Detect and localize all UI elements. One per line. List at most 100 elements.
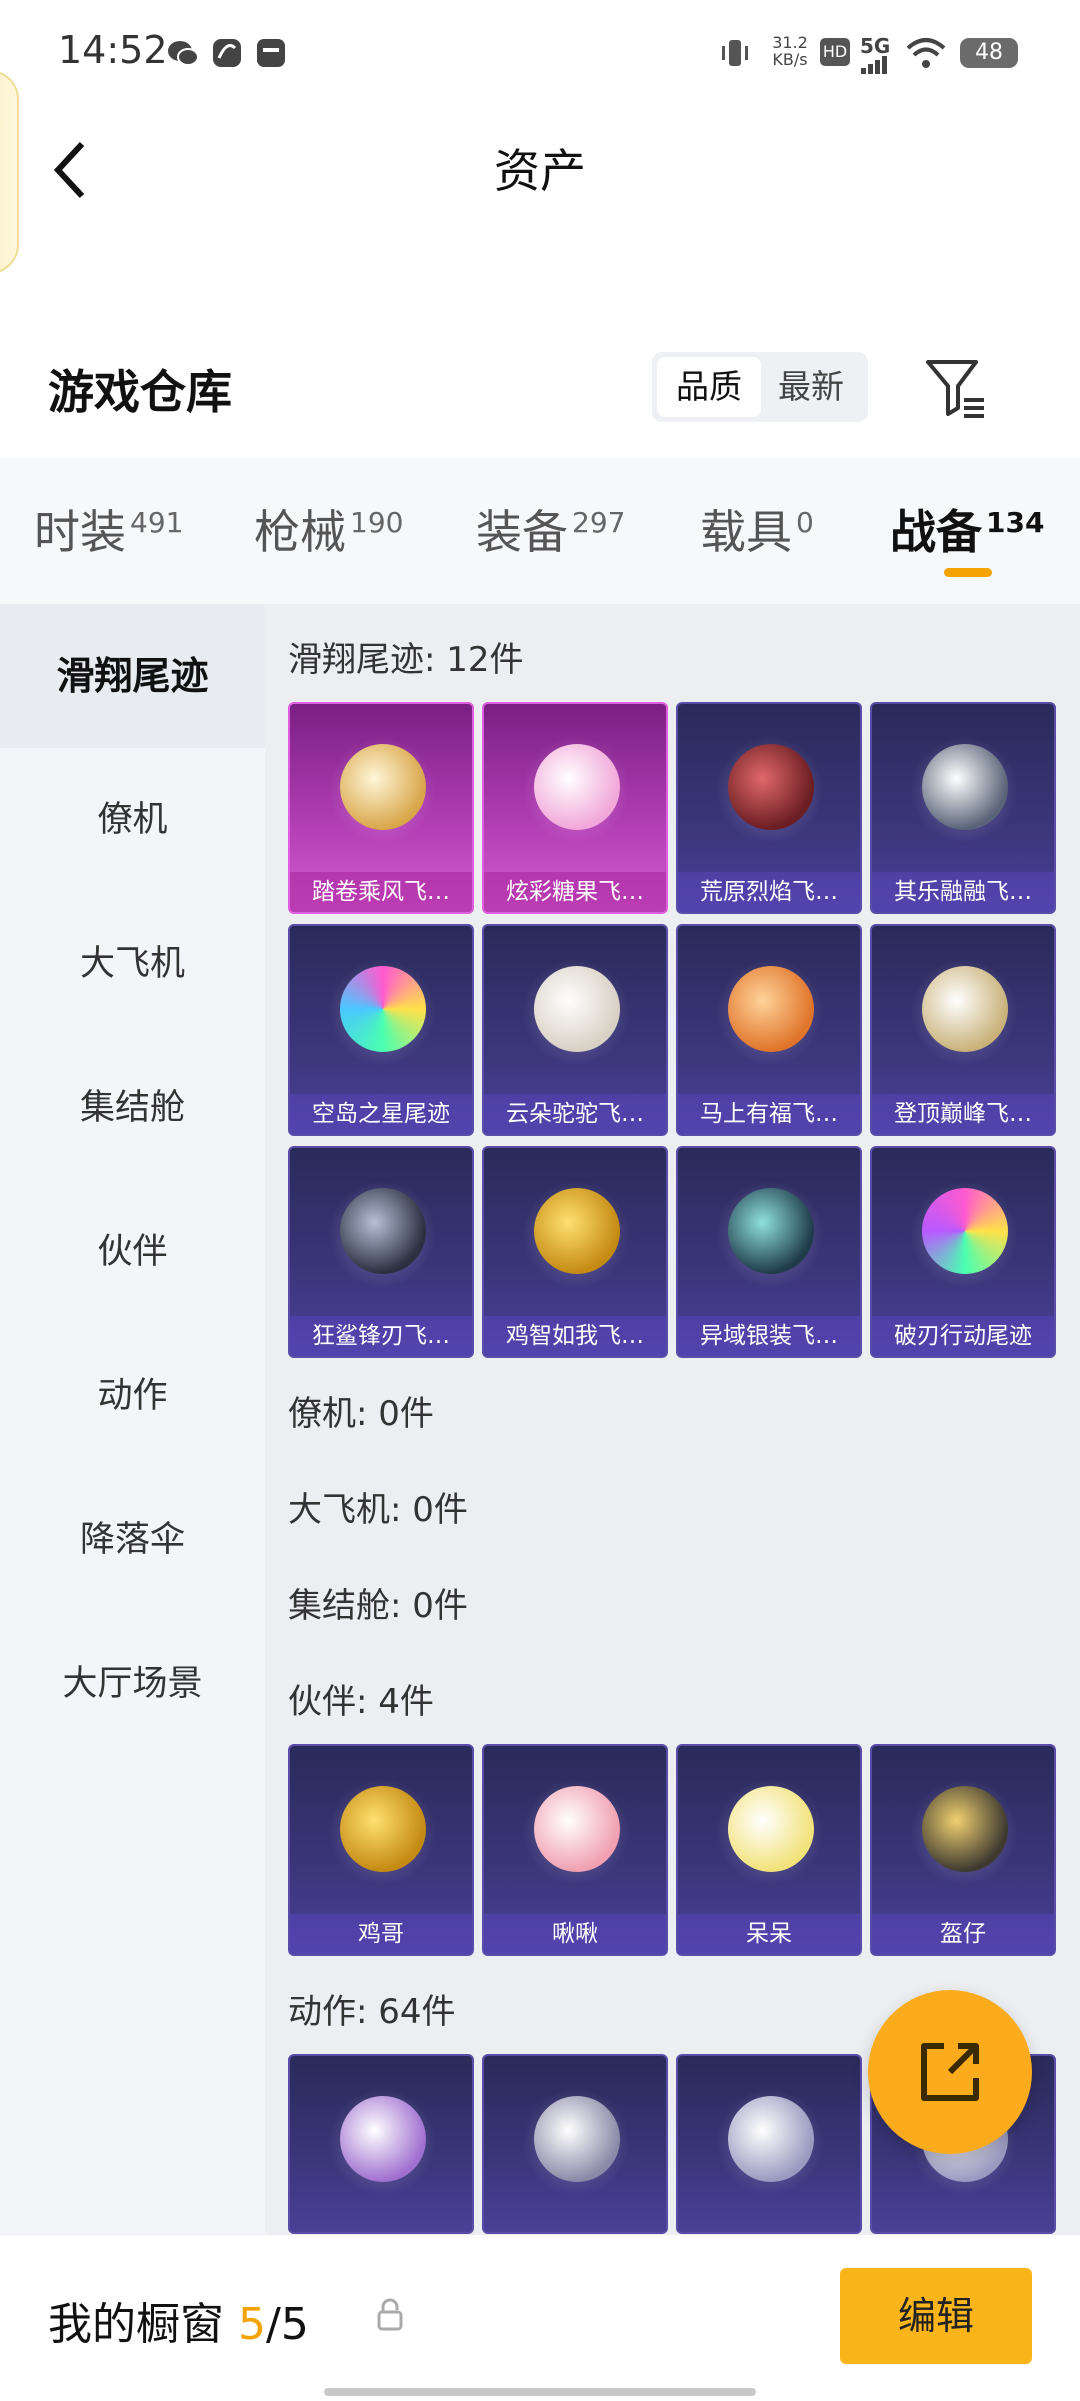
item-image	[340, 2096, 426, 2182]
section-title-wingman: 僚机: 0件	[288, 1394, 434, 1434]
item-card[interactable]: 空岛之星尾迹	[288, 924, 474, 1136]
item-card[interactable]: 踏卷乘风飞…	[288, 702, 474, 914]
item-card[interactable]: 炫彩糖果飞…	[482, 702, 668, 914]
share-button[interactable]	[868, 1990, 1032, 2154]
home-indicator	[324, 2388, 756, 2396]
sidebar-item-capsule[interactable]: 集结舱	[0, 1036, 265, 1180]
tab-count: 491	[130, 505, 184, 539]
sidebar: 滑翔尾迹 僚机 大飞机 集结舱 伙伴 动作 降落伞 大厅场景	[0, 604, 265, 2244]
item-card[interactable]: 荒原烈焰飞…	[676, 702, 862, 914]
message-icon	[257, 39, 285, 67]
tab-count: 134	[986, 505, 1045, 539]
item-image	[728, 744, 814, 830]
signal-icon	[861, 56, 887, 74]
tab-equipment[interactable]: 装备 297	[476, 496, 625, 562]
item-card[interactable]: 盔仔	[870, 1744, 1056, 1956]
item-card[interactable]: 马上有福飞…	[676, 924, 862, 1136]
tab-count: 0	[796, 505, 814, 539]
wifi-icon	[906, 38, 946, 68]
item-name: 云朵驼驼飞…	[484, 1094, 666, 1134]
item-name: 登顶巅峰飞…	[872, 1094, 1054, 1134]
item-name: 呆呆	[678, 1914, 860, 1954]
tab-count: 297	[572, 505, 626, 539]
item-card[interactable]: 破刃行动尾迹	[870, 1146, 1056, 1358]
item-image	[922, 744, 1008, 830]
speed-value: 31.2	[772, 33, 808, 52]
item-image	[534, 1786, 620, 1872]
warehouse-title: 游戏仓库	[48, 365, 232, 419]
battery-indicator: 48	[960, 38, 1018, 68]
edit-button[interactable]: 编辑	[840, 2268, 1032, 2364]
item-card[interactable]: 啾啾	[482, 1744, 668, 1956]
tab-count: 190	[350, 505, 404, 539]
sidebar-item-parachute[interactable]: 降落伞	[0, 1468, 265, 1612]
section-title-partner: 伙伴: 4件	[288, 1682, 434, 1722]
item-image	[922, 1188, 1008, 1274]
item-name: 异域银装飞…	[678, 1316, 860, 1356]
sidebar-item-action[interactable]: 动作	[0, 1324, 265, 1468]
showcase-label: 我的橱窗 5/5	[48, 2299, 309, 2350]
item-name: 狂鲨锋刃飞…	[290, 1316, 472, 1356]
item-name: 炫彩糖果飞…	[484, 872, 666, 912]
item-image	[534, 966, 620, 1052]
sidebar-item-lobby-scene[interactable]: 大厅场景	[0, 1612, 265, 1756]
tab-fashion[interactable]: 时装 491	[34, 496, 183, 562]
item-name: 其乐融融飞…	[872, 872, 1054, 912]
section-title-glide: 滑翔尾迹: 12件	[288, 640, 524, 680]
section-title-action: 动作: 64件	[288, 1992, 456, 2032]
item-card[interactable]	[288, 2054, 474, 2234]
item-card[interactable]: 云朵驼驼飞…	[482, 924, 668, 1136]
item-image	[340, 1188, 426, 1274]
sidebar-item-plane[interactable]: 大飞机	[0, 892, 265, 1036]
status-time: 14:52	[58, 28, 168, 72]
item-image	[534, 744, 620, 830]
vibrate-icon	[722, 40, 748, 66]
sidebar-item-partner[interactable]: 伙伴	[0, 1180, 265, 1324]
filter-icon[interactable]	[924, 356, 988, 420]
item-card[interactable]: 异域银装飞…	[676, 1146, 862, 1358]
item-image	[728, 1188, 814, 1274]
app-icon	[213, 39, 241, 67]
item-card[interactable]: 狂鲨锋刃飞…	[288, 1146, 474, 1358]
sidebar-item-wingman[interactable]: 僚机	[0, 748, 265, 892]
speed-unit: KB/s	[772, 50, 808, 69]
item-card[interactable]	[482, 2054, 668, 2234]
item-image	[340, 744, 426, 830]
sidebar-item-glide-trail[interactable]: 滑翔尾迹	[0, 604, 265, 748]
tab-readiness[interactable]: 战备 134	[890, 496, 1044, 562]
item-image	[922, 1786, 1008, 1872]
page-title: 资产	[494, 144, 586, 198]
item-name: 空岛之星尾迹	[290, 1094, 472, 1134]
item-card[interactable]: 呆呆	[676, 1744, 862, 1956]
item-image	[534, 2096, 620, 2182]
item-name: 荒原烈焰飞…	[678, 872, 860, 912]
item-image	[534, 1188, 620, 1274]
item-name: 破刃行动尾迹	[872, 1316, 1054, 1356]
active-tab-indicator	[944, 568, 992, 577]
tab-vehicles[interactable]: 载具 0	[700, 496, 814, 562]
item-card[interactable]: 鸡哥	[288, 1744, 474, 1956]
item-name: 鸡哥	[290, 1914, 472, 1954]
item-image	[728, 2096, 814, 2182]
network-speed: 31.2 KB/s	[768, 34, 812, 68]
sort-toggle: 品质 最新	[652, 352, 868, 422]
item-card[interactable]: 鸡智如我飞…	[482, 1146, 668, 1358]
item-name: 啾啾	[484, 1914, 666, 1954]
tab-guns[interactable]: 枪械 190	[254, 496, 403, 562]
item-name: 踏卷乘风飞…	[290, 872, 472, 912]
showcase-count-total: 5	[280, 2299, 309, 2350]
item-card[interactable]: 登顶巅峰飞…	[870, 924, 1056, 1136]
item-image	[728, 966, 814, 1052]
sort-latest-button[interactable]: 最新	[759, 357, 863, 417]
showcase-count-separator: /	[266, 2299, 281, 2350]
item-name: 鸡智如我飞…	[484, 1316, 666, 1356]
item-card[interactable]: 其乐融融飞…	[870, 702, 1056, 914]
item-image	[340, 1786, 426, 1872]
item-card[interactable]	[676, 2054, 862, 2234]
section-title-capsule: 集结舱: 0件	[288, 1586, 468, 1626]
hd-badge: HD	[820, 38, 850, 66]
showcase-count-current: 5	[238, 2299, 266, 2350]
wechat-icon	[168, 41, 199, 66]
sort-quality-button[interactable]: 品质	[657, 357, 761, 417]
share-icon	[921, 2043, 979, 2101]
